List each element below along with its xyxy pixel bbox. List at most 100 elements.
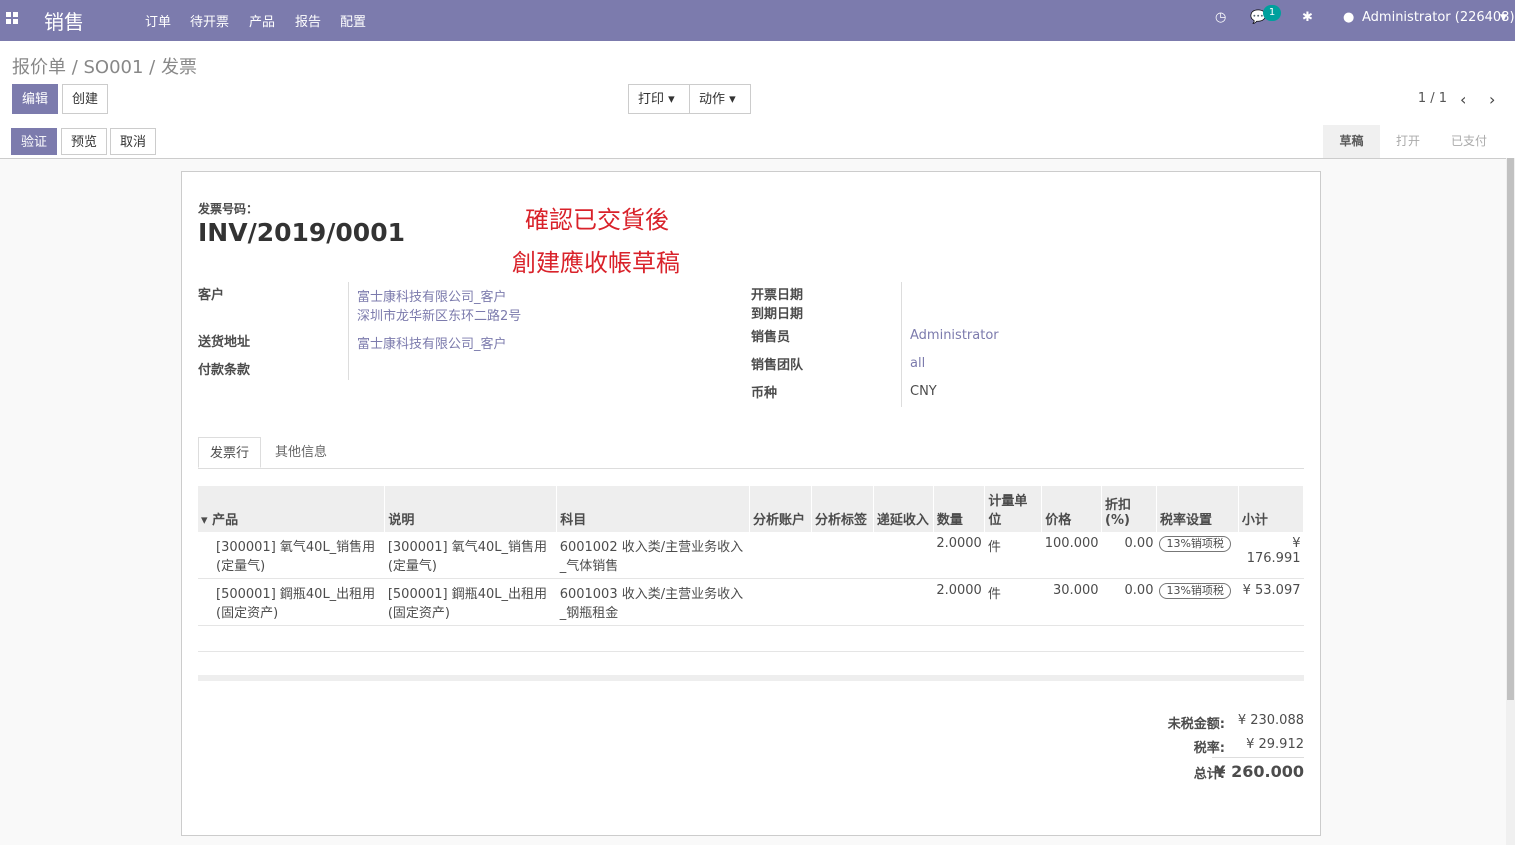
currency-value: CNY [910,384,937,399]
message-count-badge: 1 [1263,5,1281,21]
delivery-address[interactable]: 富士康科技有限公司_客户 [357,333,507,352]
col-quantity[interactable]: 数量 [933,486,986,532]
col-subtotal[interactable]: 小计 [1238,486,1305,532]
cell-subtotal: ¥ 53.097 [1238,578,1304,626]
menu-products[interactable]: 产品 [249,11,275,30]
col-taxes[interactable]: 税率设置 [1156,486,1239,532]
delivery-label: 送货地址 [198,335,251,350]
preview-button[interactable]: 预览 [61,128,108,155]
cell-taxes: 13%销项税 [1156,532,1239,579]
control-panel: 报价单 / SO001 / 发票 编辑 创建 打印 ▾ 动作 ▾ 1 / 1 ‹… [0,41,1515,126]
table-row-empty [198,625,1304,652]
totals-divider [1212,757,1304,758]
invoice-lines-table: ▾ 产品 说明 科目 分析账户 分析标签 递延收入 数量 计量单位 价格 折扣 … [198,486,1305,678]
payment-terms-label: 付款条款 [198,363,251,378]
cell-product: [500001] 鋼瓶40L_出租用 (固定资产) [198,578,385,626]
sales-team-label: 销售团队 [751,358,804,373]
tax-amount: ¥ 29.912 [1246,737,1304,752]
salesperson-label: 销售员 [751,330,791,345]
invoice-date-label: 开票日期 [751,288,804,303]
sales-team-value[interactable]: all [910,356,925,371]
stage-open[interactable]: 打开 [1396,125,1420,158]
user-avatar-icon: ● [1343,10,1355,25]
table-footer-bar [198,675,1304,681]
next-icon[interactable]: › [1489,90,1495,109]
col-analytic-account[interactable]: 分析账户 [749,486,812,532]
tab-other-info[interactable]: 其他信息 [264,437,338,468]
edit-button[interactable]: 编辑 [12,84,59,114]
col-deferred-revenue[interactable]: 递延收入 [873,486,934,532]
print-dropdown[interactable]: 打印 ▾ [628,84,690,114]
stage-draft: 草稿 [1323,125,1380,158]
annotation-line-1: 確認已交貨後 [525,206,669,234]
validate-button[interactable]: 验证 [11,128,58,155]
clock-icon[interactable]: ◷ [1215,10,1226,25]
due-date-label: 到期日期 [751,307,804,322]
col-account[interactable]: 科目 [556,486,750,532]
salesperson-value[interactable]: Administrator [910,328,999,343]
cell-deferred [873,532,934,579]
col-analytic-tags[interactable]: 分析标签 [811,486,874,532]
cell-deferred [873,578,934,626]
table-row[interactable]: [500001] 鋼瓶40L_出租用 (固定资产) [500001] 鋼瓶40L… [198,578,1304,626]
cell-discount: 0.00 [1101,532,1157,579]
customer-address: 深圳市龙华新区东环二路2号 [357,309,522,324]
menu-reports[interactable]: 报告 [295,11,321,30]
page-scrollbar[interactable] [1506,158,1515,845]
menu-orders[interactable]: 订单 [145,11,171,30]
field-divider [348,282,349,380]
field-divider-right [901,282,902,407]
cell-taxes: 13%销项税 [1156,578,1239,626]
print-label: 打印 [638,92,665,107]
menu-config[interactable]: 配置 [340,11,366,30]
stage-paid[interactable]: 已支付 [1451,125,1487,158]
cell-discount: 0.00 [1101,578,1157,626]
col-discount[interactable]: 折扣 (%) [1101,486,1157,532]
user-menu[interactable]: Administrator (226408) [1362,10,1515,25]
top-navbar: 销售 订单 待开票 产品 报告 配置 ◷ 💬 1 ✱ ● Administrat… [0,0,1515,41]
apps-grid-icon[interactable] [6,12,20,26]
customer-name[interactable]: 富士康科技有限公司_客户 [357,286,507,305]
cell-uom: 件 [984,532,1042,579]
user-chevron-icon[interactable]: ▼ [1500,13,1507,23]
annotation-line-2: 創建應收帳草稿 [512,249,680,277]
status-bar: 验证 预览 取消 草稿 打开 已支付 [0,125,1515,159]
cell-account: 6001003 收入类/主营业务收入_钢瓶租金 [556,578,750,626]
cell-analytic-account [749,578,812,626]
invoice-number: INV/2019/0001 [198,218,405,247]
tax-tag: 13%销项税 [1159,583,1231,599]
cell-quantity: 2.0000 [933,578,985,626]
cell-product: [300001] 氧气40L_销售用 (定量气) [198,532,385,579]
create-button[interactable]: 创建 [62,84,109,114]
action-label: 动作 [699,92,726,107]
tab-invoice-lines[interactable]: 发票行 [198,437,262,468]
cell-analytic-tags [811,532,874,579]
breadcrumb[interactable]: 报价单 / SO001 / 发票 [12,53,197,79]
tab-divider [198,468,1304,469]
scrollbar-thumb[interactable] [1507,158,1514,700]
previous-icon[interactable]: ‹ [1460,90,1466,109]
pager-value[interactable]: 1 / 1 [1418,91,1447,106]
cell-description: [500001] 鋼瓶40L_出租用 (固定资产) [384,578,557,626]
invoice-sheet: 发票号码： INV/2019/0001 確認已交貨後 創建應收帳草稿 客户 富士… [181,171,1321,836]
col-description[interactable]: 说明 [384,486,558,532]
cell-account: 6001002 收入类/主营业务收入_气体销售 [556,532,750,579]
untaxed-amount: ¥ 230.088 [1237,713,1304,728]
cell-price: 100.000 [1041,532,1102,579]
cancel-button[interactable]: 取消 [110,128,157,155]
table-row[interactable]: [300001] 氧气40L_销售用 (定量气) [300001] 氧气40L_… [198,532,1304,579]
action-dropdown[interactable]: 动作 ▾ [689,84,751,114]
debug-icon[interactable]: ✱ [1302,10,1313,25]
col-uom[interactable]: 计量单位 [984,486,1043,532]
cell-price: 30.000 [1041,578,1102,626]
table-row-empty [198,651,1304,678]
cell-subtotal: ¥ 176.991 [1238,532,1304,579]
cell-uom: 件 [984,578,1042,626]
invoice-number-label: 发票号码： [198,202,259,216]
cell-quantity: 2.0000 [933,532,985,579]
col-price[interactable]: 价格 [1041,486,1103,532]
total-amount: ¥ 260.000 [1214,762,1304,781]
tax-tag: 13%销项税 [1159,536,1231,552]
col-product[interactable]: ▾ 产品 [198,486,386,532]
menu-to-invoice[interactable]: 待开票 [190,11,229,30]
